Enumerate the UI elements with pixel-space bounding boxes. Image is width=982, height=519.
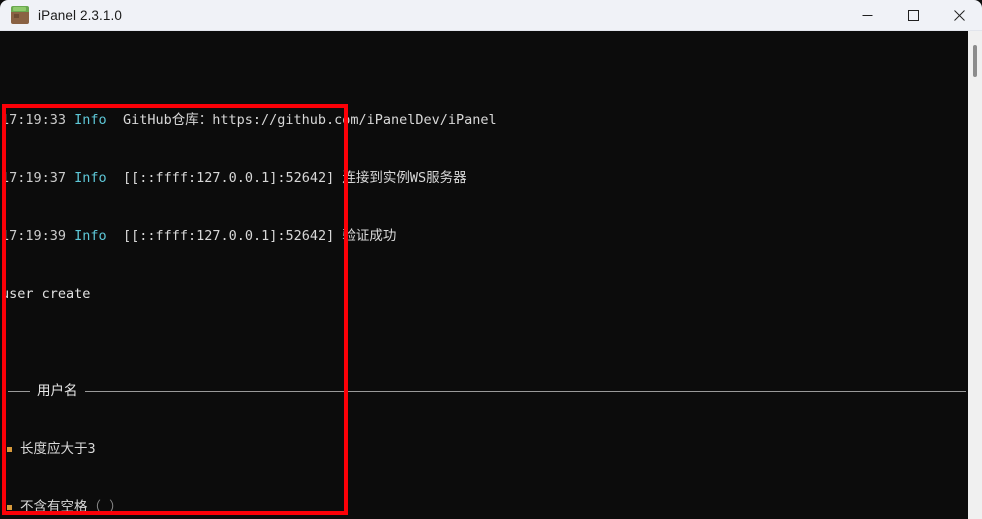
log-level: Info <box>74 112 107 129</box>
log-line: 17:19:37 Info [[::ffff:127.0.0.1]:52642]… <box>1 169 968 188</box>
maximize-button[interactable] <box>890 0 936 31</box>
close-button[interactable] <box>936 0 982 31</box>
minimize-button[interactable] <box>844 0 890 31</box>
minecraft-grass-block-icon <box>11 6 29 24</box>
terminal-output[interactable]: 17:19:33 Info GitHub仓库：https://github.co… <box>0 31 968 519</box>
window-titlebar: iPanel 2.3.1.0 <box>0 0 982 31</box>
log-timestamp: 17:19:33 <box>1 112 67 129</box>
log-message: [[::ffff:127.0.0.1]:52642] 验证成功 <box>122 227 397 244</box>
log-timestamp: 17:19:37 <box>1 170 67 187</box>
entered-command: user create <box>1 285 91 302</box>
rule-item: 不含有空格（ ） <box>1 498 968 517</box>
rule-text: 不含有空格 <box>20 499 88 516</box>
section-rule-left <box>8 391 30 393</box>
section-header-username: 用户名 <box>1 382 968 401</box>
rule-note: （ ） <box>87 499 123 516</box>
log-line: 17:19:33 Info GitHub仓库：https://github.co… <box>1 111 968 130</box>
section-title: 用户名 <box>37 383 78 400</box>
log-message: [[::ffff:127.0.0.1]:52642] 连接到实例WS服务器 <box>122 170 467 187</box>
scrollbar-thumb[interactable] <box>973 45 977 77</box>
window-title: iPanel 2.3.1.0 <box>38 7 122 23</box>
log-line: 17:19:39 Info [[::ffff:127.0.0.1]:52642]… <box>1 227 968 246</box>
rule-text: 长度应大于3 <box>20 441 96 458</box>
terminal-scrollbar[interactable] <box>968 31 982 519</box>
section-rule-right <box>84 391 966 393</box>
log-message: GitHub仓库：https://github.com/iPanelDev/iP… <box>122 112 497 129</box>
log-level: Info <box>74 227 107 244</box>
bullet-icon <box>7 505 12 511</box>
window-controls <box>844 0 982 31</box>
ipanel-window: iPanel 2.3.1.0 17:19:33 Info GitHub仓库：ht… <box>0 0 982 519</box>
bullet-icon <box>7 447 12 453</box>
rule-item: 长度应大于3 <box>1 440 968 459</box>
log-level: Info <box>74 170 107 187</box>
log-timestamp: 17:19:39 <box>1 227 67 244</box>
